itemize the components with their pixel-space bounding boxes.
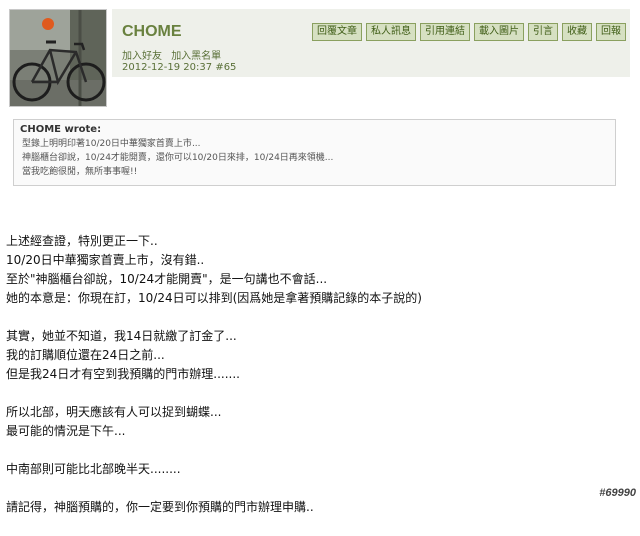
- add-blacklist-link[interactable]: 加入黑名單: [171, 51, 221, 62]
- post-meta: 2012-12-19 20:37 #65: [122, 62, 236, 73]
- post-line: 上述經查證，特別更正一下..: [6, 234, 158, 248]
- avatar[interactable]: [9, 9, 107, 107]
- post-line: 但是我24日才有空到我預購的門市辦理.......: [6, 367, 240, 381]
- report-button[interactable]: 回報: [596, 23, 626, 41]
- quote-line: 神腦櫃台卻說，10/24才能開賣，還你可以10/20日來排，10/24日再來領機…: [22, 153, 334, 163]
- post-paragraph: 上述經查證，特別更正一下.. 10/20日中華獨家首賣上市，沒有錯.. 至於"神…: [6, 232, 606, 308]
- add-friend-link[interactable]: 加入好友: [122, 51, 162, 62]
- reply-button[interactable]: 回覆文章: [312, 23, 362, 41]
- post-line: 其實，她並不知道，我14日就繳了訂金了...: [6, 329, 237, 343]
- post-number: #65: [215, 62, 237, 73]
- load-images-button[interactable]: 載入圖片: [474, 23, 524, 41]
- username[interactable]: CHOME: [122, 23, 182, 41]
- user-links: 加入好友 加入黑名單: [122, 47, 227, 62]
- post-body: 上述經查證，特別更正一下.. 10/20日中華獨家首賣上市，沒有錯.. 至於"神…: [6, 232, 606, 536]
- bicycle-photo: [10, 10, 106, 106]
- post-line: 我的訂購順位還在24日之前...: [6, 348, 165, 362]
- post-line: 所以北部，明天應該有人可以捉到蝴蝶...: [6, 405, 222, 419]
- post-line: 請記得，神腦預購的，你一定要到你預購的門市辦理申購..: [6, 500, 314, 514]
- post-paragraph: 所以北部，明天應該有人可以捉到蝴蝶... 最可能的情況是下午...: [6, 403, 606, 441]
- post-line: 最可能的情況是下午...: [6, 424, 126, 438]
- quote-author: CHOME wrote:: [20, 124, 102, 135]
- post-line: 她的本意是：你現在訂，10/24日可以排到(因爲她是拿著預購記錄的本子說的): [6, 291, 422, 305]
- favorite-button[interactable]: 收藏: [562, 23, 592, 41]
- post-line: 10/20日中華獨家首賣上市，沒有錯..: [6, 253, 205, 267]
- post-header: CHOME 加入好友 加入黑名單 2012-12-19 20:37 #65 回覆…: [6, 6, 634, 107]
- post-action-buttons: 回覆文章 私人訊息 引用連結 載入圖片 引言 收藏 回報: [312, 23, 626, 41]
- post-line: 至於"神腦櫃台卻說，10/24才能開賣"，是一句講也不會話...: [6, 272, 328, 286]
- private-message-button[interactable]: 私人訊息: [366, 23, 416, 41]
- post-timestamp: 2012-12-19 20:37: [122, 62, 213, 73]
- post-paragraph: 其實，她並不知道，我14日就繳了訂金了... 我的訂購順位還在24日之前... …: [6, 327, 606, 384]
- watermark: #69990: [599, 487, 636, 499]
- quote-line: 當我吃飽很閒，無所事事喔!!: [22, 167, 138, 177]
- post-paragraph: 請記得，神腦預購的，你一定要到你預購的門市辦理申購..: [6, 498, 606, 517]
- user-info-bar: CHOME 加入好友 加入黑名單 2012-12-19 20:37 #65 回覆…: [112, 9, 630, 77]
- quote-block: CHOME wrote: 型錄上明明印著10/20日中華獨家首賣上市... 神腦…: [13, 119, 616, 186]
- quote-line: 型錄上明明印著10/20日中華獨家首賣上市...: [22, 139, 201, 149]
- post-paragraph: 中南部則可能比北部晚半天........: [6, 460, 606, 479]
- post-line: 中南部則可能比北部晚半天........: [6, 462, 181, 476]
- quote-button[interactable]: 引言: [528, 23, 558, 41]
- quote-link-button[interactable]: 引用連結: [420, 23, 470, 41]
